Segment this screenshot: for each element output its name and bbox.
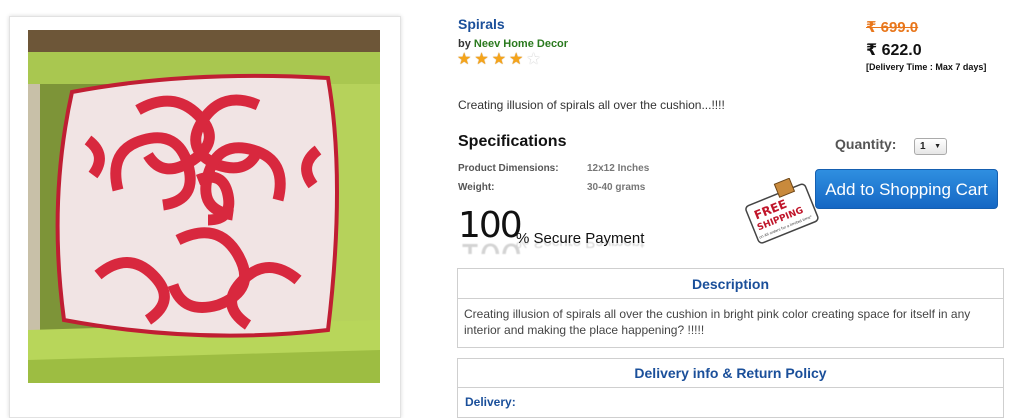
star-icon: ★ — [474, 51, 489, 68]
spec-value-dimensions: 12x12 Inches — [587, 163, 650, 174]
description-text: Creating illusion of spirals all over th… — [464, 307, 971, 337]
delivery-time: [Delivery Time : Max 7 days] — [866, 62, 987, 72]
seller-link[interactable]: Neev Home Decor — [474, 38, 568, 50]
original-price: ₹ 699.0 — [866, 19, 919, 36]
add-to-cart-button[interactable]: Add to Shopping Cart — [815, 169, 998, 209]
product-title[interactable]: Spirals — [458, 16, 505, 32]
description-title: Description — [691, 276, 769, 292]
chevron-down-icon: ▼ — [934, 143, 941, 150]
seller-line: by Neev Home Decor — [458, 38, 568, 50]
product-tagline: Creating illusion of spirals all over th… — [458, 98, 725, 112]
spec-label-weight: Weight: — [458, 182, 495, 193]
product-image-frame — [9, 16, 401, 418]
spec-label-dimensions: Product Dimensions: — [458, 163, 559, 174]
star-icon: ★ — [526, 51, 541, 68]
sale-price: ₹ 622.0 — [866, 42, 922, 59]
star-icon: ★ — [509, 51, 524, 68]
product-image[interactable] — [28, 30, 380, 383]
delivery-policy-panel: Delivery info & Return Policy Delivery: — [457, 358, 1004, 418]
delivery-label: Delivery: — [465, 395, 516, 409]
secure-text-reflection: % Secure Payment — [516, 240, 645, 251]
secure-payment-reflection: 100 % Secure Payment — [458, 240, 648, 254]
specifications-heading: Specifications — [458, 133, 567, 150]
quantity-label: Quantity: — [835, 136, 897, 152]
divider — [458, 387, 1003, 388]
description-panel: Description Creating illusion of spirals… — [457, 268, 1004, 348]
free-shipping-badge: FREE SHIPPING on All orders for a limite… — [745, 178, 819, 244]
cushion-photo — [28, 30, 380, 383]
by-label: by — [458, 38, 471, 50]
quantity-select[interactable]: 1 ▼ — [914, 138, 947, 155]
star-icon: ★ — [491, 51, 507, 68]
star-icon: ★ — [457, 51, 472, 68]
quantity-value: 1 — [920, 141, 926, 152]
rating-stars: ★ ★ ★ ★ ★ — [457, 51, 544, 68]
secure-percent-reflection: 100 — [458, 240, 521, 254]
delivery-policy-title: Delivery info & Return Policy — [634, 365, 827, 381]
spec-value-weight: 30-40 grams — [587, 182, 646, 193]
